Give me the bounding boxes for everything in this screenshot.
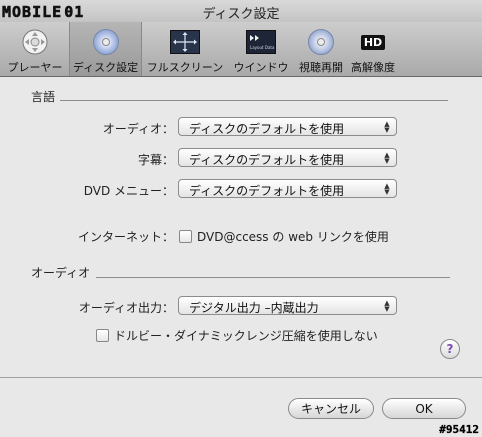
checkbox-box[interactable]: [179, 230, 192, 243]
checkbox-box[interactable]: [96, 329, 109, 342]
dvd-menu-language-value: ディスクのデフォルトを使用: [189, 184, 345, 198]
audio-language-label: オーディオ：: [102, 122, 174, 136]
window-icon: Layout Data: [246, 28, 276, 56]
tab-disc-settings-label: ディスク設定: [72, 61, 139, 74]
tab-player[interactable]: プレーヤー: [2, 22, 68, 76]
tab-player-label: プレーヤー: [7, 61, 63, 74]
subtitle-language-popup[interactable]: ディスクのデフォルトを使用 ▲ ▼: [178, 148, 397, 167]
tab-resume[interactable]: 視聴再開: [295, 22, 347, 76]
dvd-menu-language-popup[interactable]: ディスクのデフォルトを使用 ▲ ▼: [178, 179, 397, 198]
hd-icon: HD: [360, 28, 386, 56]
subtitle-language-value: ディスクのデフォルトを使用: [189, 153, 345, 167]
dolby-drc-checkbox[interactable]: ドルビー・ダイナミックレンジ圧縮を使用しない: [96, 327, 378, 344]
dvd-access-checkbox-label: DVD@ccess の web リンクを使用: [197, 230, 389, 244]
tab-hd-label: 高解像度: [351, 61, 395, 74]
help-button[interactable]: ?: [440, 339, 460, 359]
audio-output-popup[interactable]: デジタル出力 –内蔵出力 ▲ ▼: [178, 296, 397, 315]
tab-fullscreen[interactable]: フルスクリーン: [143, 22, 227, 76]
watermark-id: #95412: [439, 423, 479, 436]
resume-disc-icon: [307, 28, 335, 56]
dolby-drc-checkbox-label: ドルビー・ダイナミックレンジ圧縮を使用しない: [114, 329, 378, 343]
tab-fullscreen-label: フルスクリーン: [146, 61, 224, 74]
audio-language-popup[interactable]: ディスクのデフォルトを使用 ▲ ▼: [178, 117, 397, 136]
popup-arrows-icon: ▲ ▼: [384, 181, 390, 196]
tab-window-label: ウインドウ: [233, 61, 289, 74]
disc-icon: [92, 28, 120, 56]
player-remote-icon: [21, 28, 49, 56]
audio-output-label: オーディオ出力：: [78, 301, 174, 315]
dvd-menu-language-label: DVD メニュー：: [83, 184, 174, 198]
audio-language-value: ディスクのデフォルトを使用: [189, 122, 345, 136]
audio-output-value: デジタル出力 –内蔵出力: [189, 301, 319, 315]
audio-section-title: オーディオ: [31, 266, 91, 280]
window-title: ディスク設定: [202, 7, 280, 22]
tab-window[interactable]: Layout Data ウインドウ: [228, 22, 294, 76]
hd-badge: HD: [360, 34, 386, 50]
title-bar: MOBILE 01 ディスク設定: [0, 0, 482, 22]
dvd-access-checkbox[interactable]: DVD@ccess の web リンクを使用: [179, 228, 389, 245]
window-icon-caption: Layout Data: [250, 45, 275, 50]
cancel-button[interactable]: キャンセル: [288, 398, 374, 419]
ok-button[interactable]: OK: [382, 398, 466, 419]
language-section-title: 言語: [31, 90, 56, 104]
tab-disc-settings[interactable]: ディスク設定: [69, 22, 142, 76]
bottom-divider: [0, 377, 482, 378]
language-section-divider: [60, 100, 448, 101]
internet-label: インターネット：: [77, 230, 174, 244]
fullscreen-icon: [170, 28, 200, 56]
popup-arrows-icon: ▲ ▼: [384, 150, 390, 165]
tab-hd[interactable]: HD 高解像度: [348, 22, 398, 76]
popup-arrows-icon: ▲ ▼: [384, 119, 390, 134]
subtitle-language-label: 字幕：: [137, 153, 174, 167]
preferences-toolbar: プレーヤー ディスク設定 フルスクリーン Layout Data ウインドウ 視…: [0, 22, 482, 77]
tab-resume-label: 視聴再開: [299, 61, 343, 74]
popup-arrows-icon: ▲ ▼: [384, 298, 390, 313]
audio-section-divider: [96, 277, 450, 278]
